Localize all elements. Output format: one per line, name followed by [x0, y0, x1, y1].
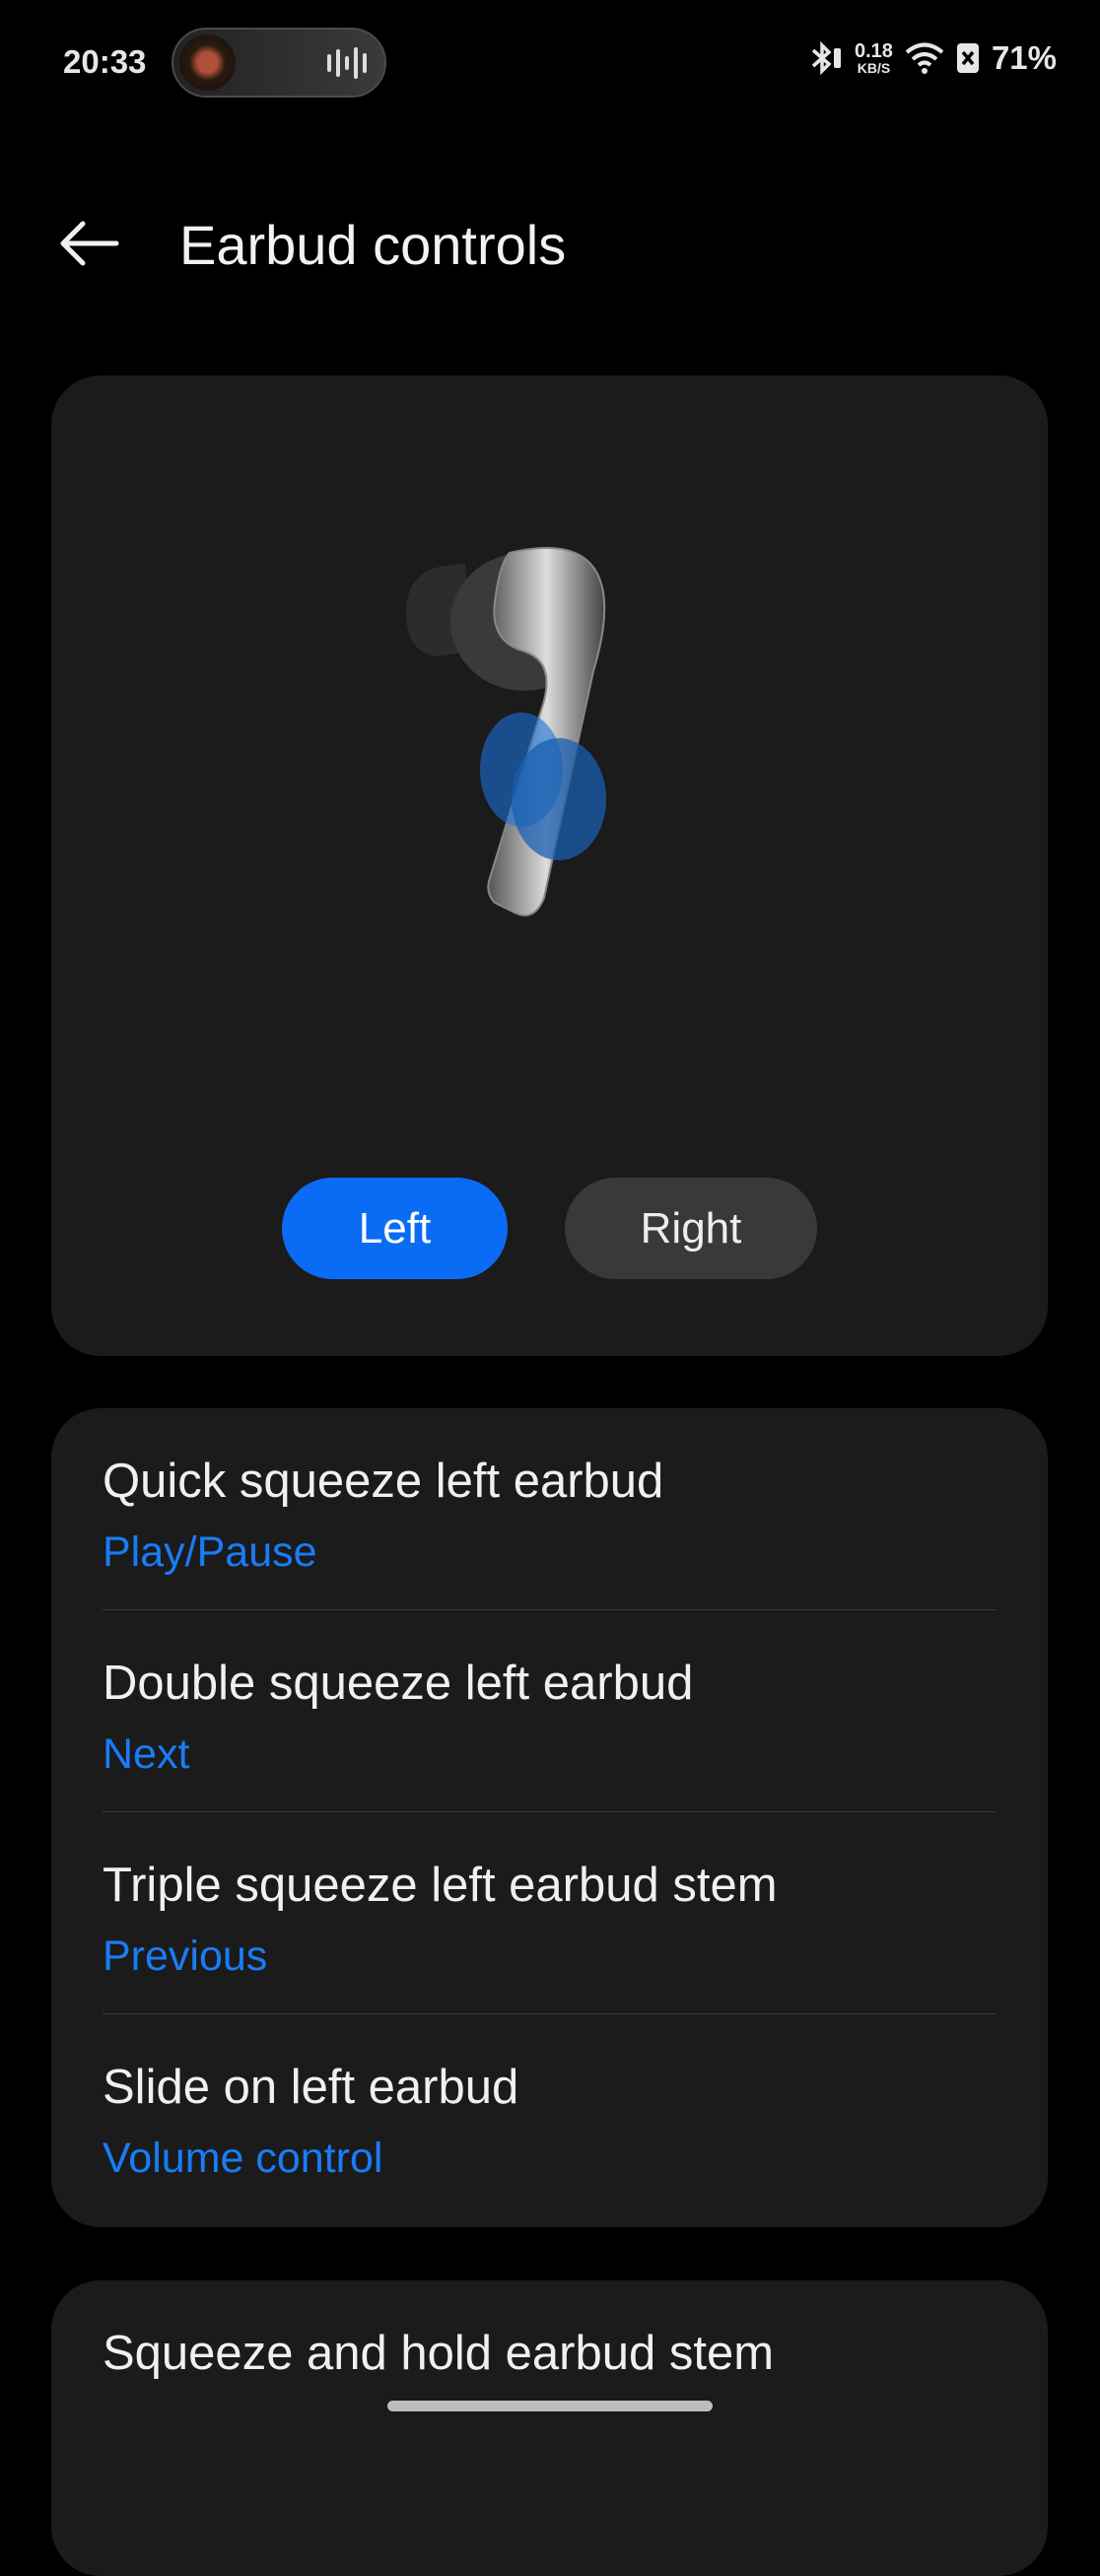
control-double-squeeze[interactable]: Double squeeze left earbud Next [103, 1610, 997, 1812]
control-value: Volume control [103, 2135, 383, 2182]
left-earbud-button[interactable]: Left [282, 1178, 508, 1279]
control-title: Triple squeeze left earbud stem [103, 1859, 778, 1912]
album-art-icon [179, 34, 236, 91]
media-pill[interactable] [172, 28, 386, 98]
control-title: Double squeeze left earbud [103, 1657, 694, 1710]
control-value: Next [103, 1730, 190, 1778]
squeeze-hold-card[interactable]: Squeeze and hold earbud stem [51, 2280, 1048, 2576]
control-title: Quick squeeze left earbud [103, 1455, 664, 1508]
control-quick-squeeze[interactable]: Quick squeeze left earbud Play/Pause [103, 1408, 997, 1610]
control-title: Slide on left earbud [103, 2061, 519, 2114]
earbud-preview-card: Left Right [51, 375, 1048, 1356]
speed-value: 0.18 [855, 40, 893, 62]
right-earbud-button[interactable]: Right [565, 1178, 817, 1279]
bluetooth-icon [811, 40, 841, 76]
gesture-nav-handle[interactable] [387, 2401, 713, 2411]
earbud-illustration-icon [406, 547, 606, 916]
speed-unit: KB/S [857, 60, 891, 76]
network-speed: 0.18 KB/S [855, 41, 893, 75]
wifi-icon [905, 42, 944, 74]
battery-percent: 71% [991, 39, 1057, 76]
control-value: Previous [103, 1932, 268, 1980]
page-title: Earbud controls [179, 214, 567, 276]
status-icons: 0.18 KB/S 71% [809, 39, 1057, 77]
control-slide[interactable]: Slide on left earbud Volume control [103, 2014, 997, 2216]
battery-saver-icon [956, 43, 979, 73]
arrow-left-icon[interactable] [57, 219, 122, 268]
status-time: 20:33 [63, 43, 147, 80]
controls-list: Quick squeeze left earbud Play/Pause Doub… [51, 1408, 1048, 2227]
audio-wave-icon [327, 47, 367, 79]
control-triple-squeeze[interactable]: Triple squeeze left earbud stem Previous [103, 1812, 997, 2014]
control-value: Play/Pause [103, 1528, 317, 1576]
control-title: Squeeze and hold earbud stem [103, 2327, 775, 2380]
